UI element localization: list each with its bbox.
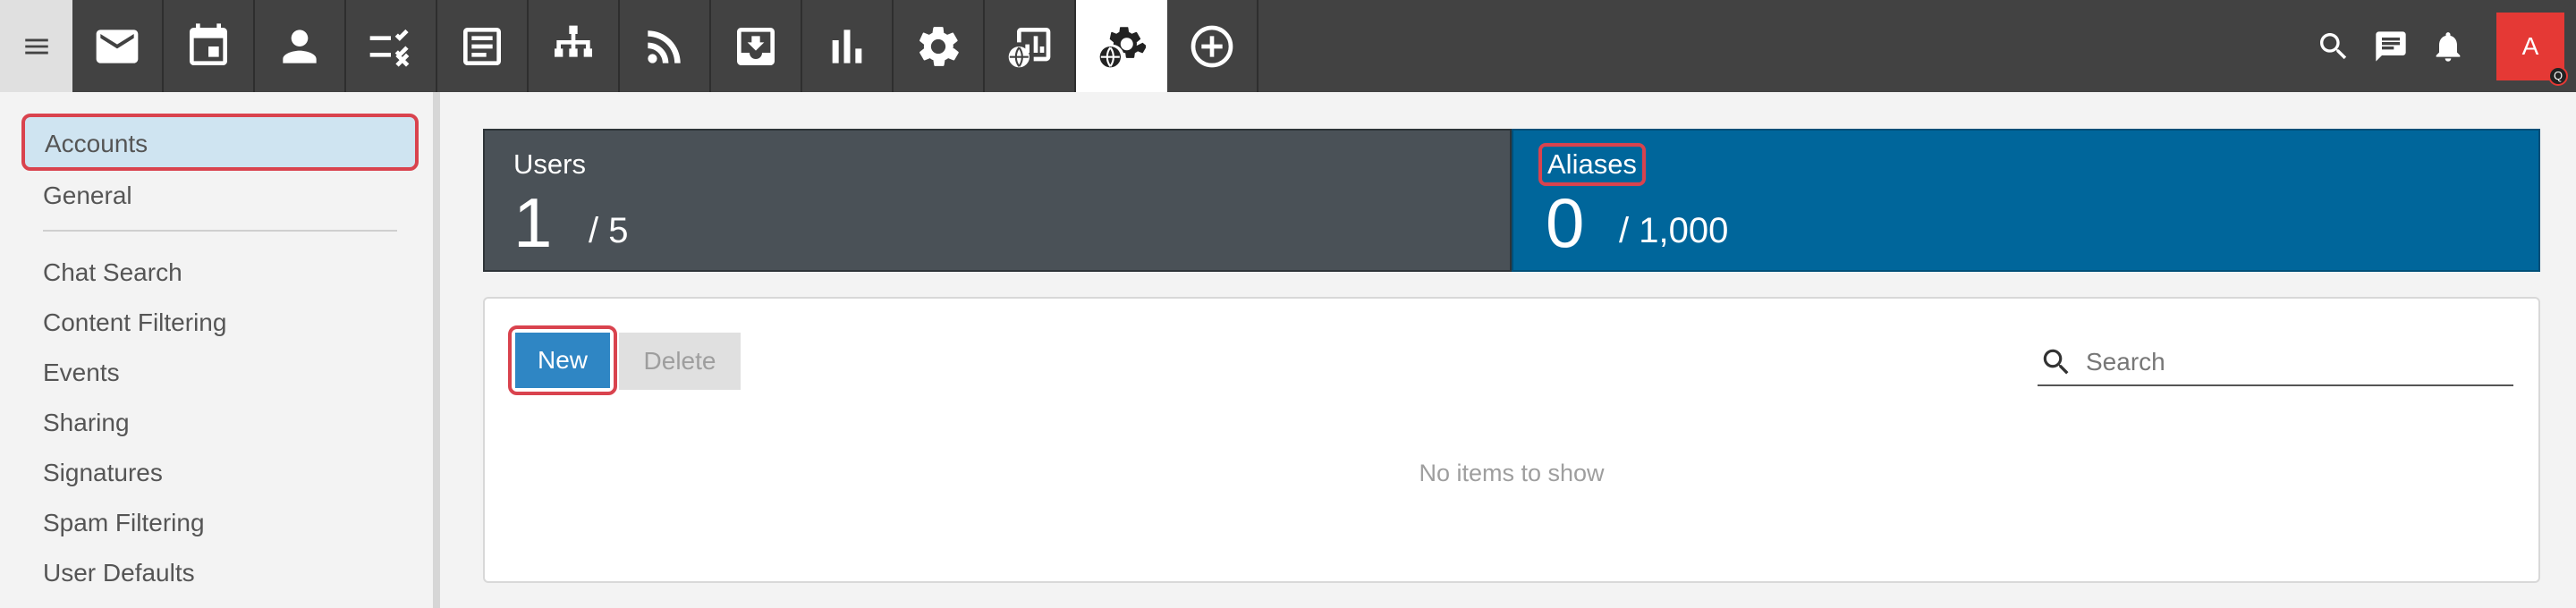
avatar-badge: Q — [2548, 65, 2568, 86]
aliases-panel: New Delete No items to show — [483, 297, 2540, 583]
app-domain-settings[interactable] — [1076, 0, 1167, 92]
sidebar-item-sharing[interactable]: Sharing — [43, 403, 130, 443]
sidebar-item-content-filtering[interactable]: Content Filtering — [43, 303, 226, 342]
app-domain-reports[interactable] — [985, 0, 1076, 92]
app-rss[interactable] — [620, 0, 711, 92]
app-reports[interactable] — [802, 0, 894, 92]
users-total: / 5 — [589, 211, 629, 250]
domain-reports-icon — [1008, 27, 1051, 67]
top-bar: A Q — [0, 0, 2576, 92]
bell-icon — [2436, 31, 2461, 62]
app-mail[interactable] — [72, 0, 164, 92]
contacts-icon — [283, 29, 317, 63]
app-switcher — [72, 0, 1258, 92]
app-contacts[interactable] — [255, 0, 346, 92]
app-inbox[interactable] — [711, 0, 802, 92]
delete-button[interactable]: Delete — [619, 333, 741, 390]
avatar[interactable]: A Q — [2496, 12, 2568, 86]
search-icon — [2320, 32, 2347, 59]
empty-message: No items to show — [1419, 460, 1605, 486]
menu-button[interactable] — [0, 0, 72, 92]
topbar-actions: A Q — [2305, 0, 2576, 92]
app-notes[interactable] — [437, 0, 529, 92]
search-icon — [2043, 349, 2069, 375]
notifications-button[interactable] — [2419, 0, 2477, 92]
chat-button[interactable] — [2362, 0, 2419, 92]
inbox-download-icon — [737, 27, 775, 65]
settings-icon — [919, 26, 959, 66]
mail-icon — [96, 29, 139, 63]
org-chart-icon — [555, 25, 592, 57]
aliases-label: Aliases — [1538, 143, 1646, 186]
aliases-count: 0 — [1546, 183, 1585, 262]
new-button[interactable]: New — [515, 333, 610, 388]
new-button-highlight: New — [508, 325, 617, 395]
sidebar-item-general[interactable]: General — [43, 176, 132, 215]
sidebar-item-signatures[interactable]: Signatures — [43, 453, 163, 493]
search-button[interactable] — [2305, 0, 2362, 92]
domain-settings-icon — [1099, 26, 1146, 67]
app-settings[interactable] — [894, 0, 985, 92]
app-add[interactable] — [1167, 0, 1258, 92]
sidebar-item-user-defaults[interactable]: User Defaults — [43, 553, 195, 593]
chat-icon — [2376, 30, 2406, 62]
users-tile[interactable]: Users 1 / 5 — [483, 129, 1512, 272]
aliases-total: / 1,000 — [1619, 211, 1729, 250]
rss-icon — [648, 30, 681, 63]
sidebar-item-events[interactable]: Events — [43, 353, 120, 393]
tasks-icon — [369, 29, 410, 67]
add-circle-icon — [1191, 25, 1233, 67]
avatar-letter: A — [2521, 31, 2539, 60]
search-field[interactable] — [2038, 340, 2513, 386]
app-tasks[interactable] — [346, 0, 437, 92]
app-calendar[interactable] — [164, 0, 255, 92]
sidebar-item-spam-filtering[interactable]: Spam Filtering — [43, 503, 205, 543]
sidebar-item-accounts[interactable]: Accounts — [21, 114, 419, 171]
notes-icon — [463, 27, 501, 65]
reports-icon — [832, 29, 862, 63]
calendar-icon — [190, 22, 227, 65]
users-count: 1 — [513, 183, 553, 262]
sidebar-divider — [43, 230, 397, 232]
hamburger-menu-icon — [24, 38, 48, 54]
sidebar: Accounts General Chat Search Content Fil… — [0, 92, 440, 608]
search-input[interactable] — [2086, 348, 2497, 376]
users-label: Users — [513, 148, 586, 180]
sidebar-item-chat-search[interactable]: Chat Search — [43, 253, 182, 292]
app-org-chart[interactable] — [529, 0, 620, 92]
aliases-tile[interactable]: Aliases 0 / 1,000 — [1512, 129, 2540, 272]
